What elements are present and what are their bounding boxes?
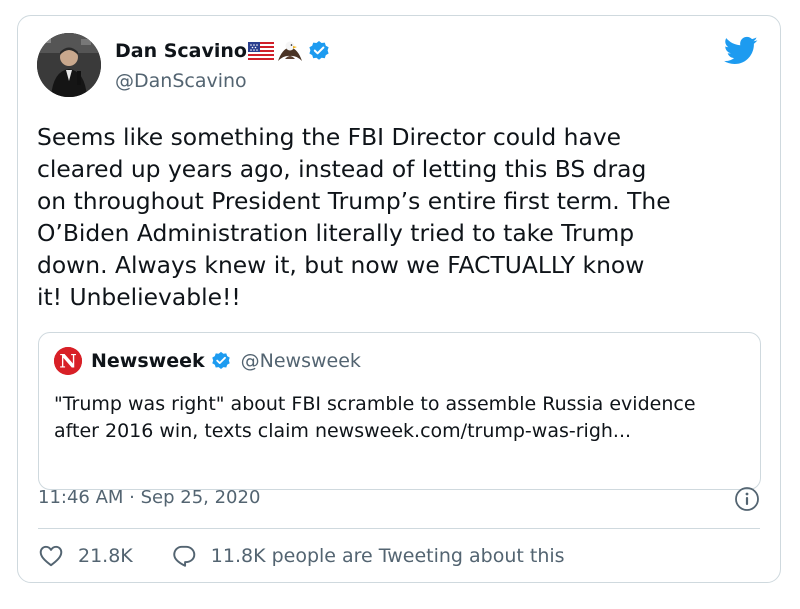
quoted-verified-badge-icon xyxy=(211,351,231,371)
newsweek-logo-letter: N xyxy=(59,351,76,373)
quoted-tweet[interactable]: N Newsweek @Newsweek "Trump was right" a… xyxy=(38,332,761,490)
avatar[interactable] xyxy=(37,33,101,97)
tweet-actions: 21.8K 11.8K people are Tweeting about th… xyxy=(38,541,565,571)
tweet-card: Dan Scavino @DanScavino Seems like somet… xyxy=(17,15,781,583)
author-display-name[interactable]: Dan Scavino xyxy=(115,40,247,62)
like-count: 21.8K xyxy=(78,545,133,567)
tweeting-count-text: 11.8K people are Tweeting about this xyxy=(210,545,565,567)
heart-icon xyxy=(39,545,63,567)
quoted-text: "Trump was right" about FBI scramble to … xyxy=(54,393,696,442)
reply-bubble-icon xyxy=(173,545,196,567)
verified-badge-icon xyxy=(308,40,330,62)
info-icon[interactable] xyxy=(734,486,760,512)
divider xyxy=(38,528,760,529)
avatar-photo xyxy=(37,33,101,97)
us-flag-icon xyxy=(247,42,274,60)
like-button[interactable]: 21.8K xyxy=(38,543,133,569)
quoted-handle: @Newsweek xyxy=(240,350,361,372)
author-name-row[interactable]: Dan Scavino xyxy=(115,38,330,64)
tweeting-link[interactable]: 11.8K people are Tweeting about this xyxy=(171,543,565,569)
author-handle[interactable]: @DanScavino xyxy=(115,70,247,92)
eagle-icon xyxy=(276,39,304,63)
newsweek-logo-icon: N xyxy=(54,347,82,375)
quoted-display-name: Newsweek xyxy=(91,350,205,372)
tweet-timestamp[interactable]: 11:46 AM · Sep 25, 2020 xyxy=(38,487,260,508)
twitter-bird-icon[interactable] xyxy=(724,36,758,66)
tweet-text: Seems like something the FBI Director co… xyxy=(37,123,671,311)
quoted-author-row: Newsweek @Newsweek xyxy=(91,347,361,375)
